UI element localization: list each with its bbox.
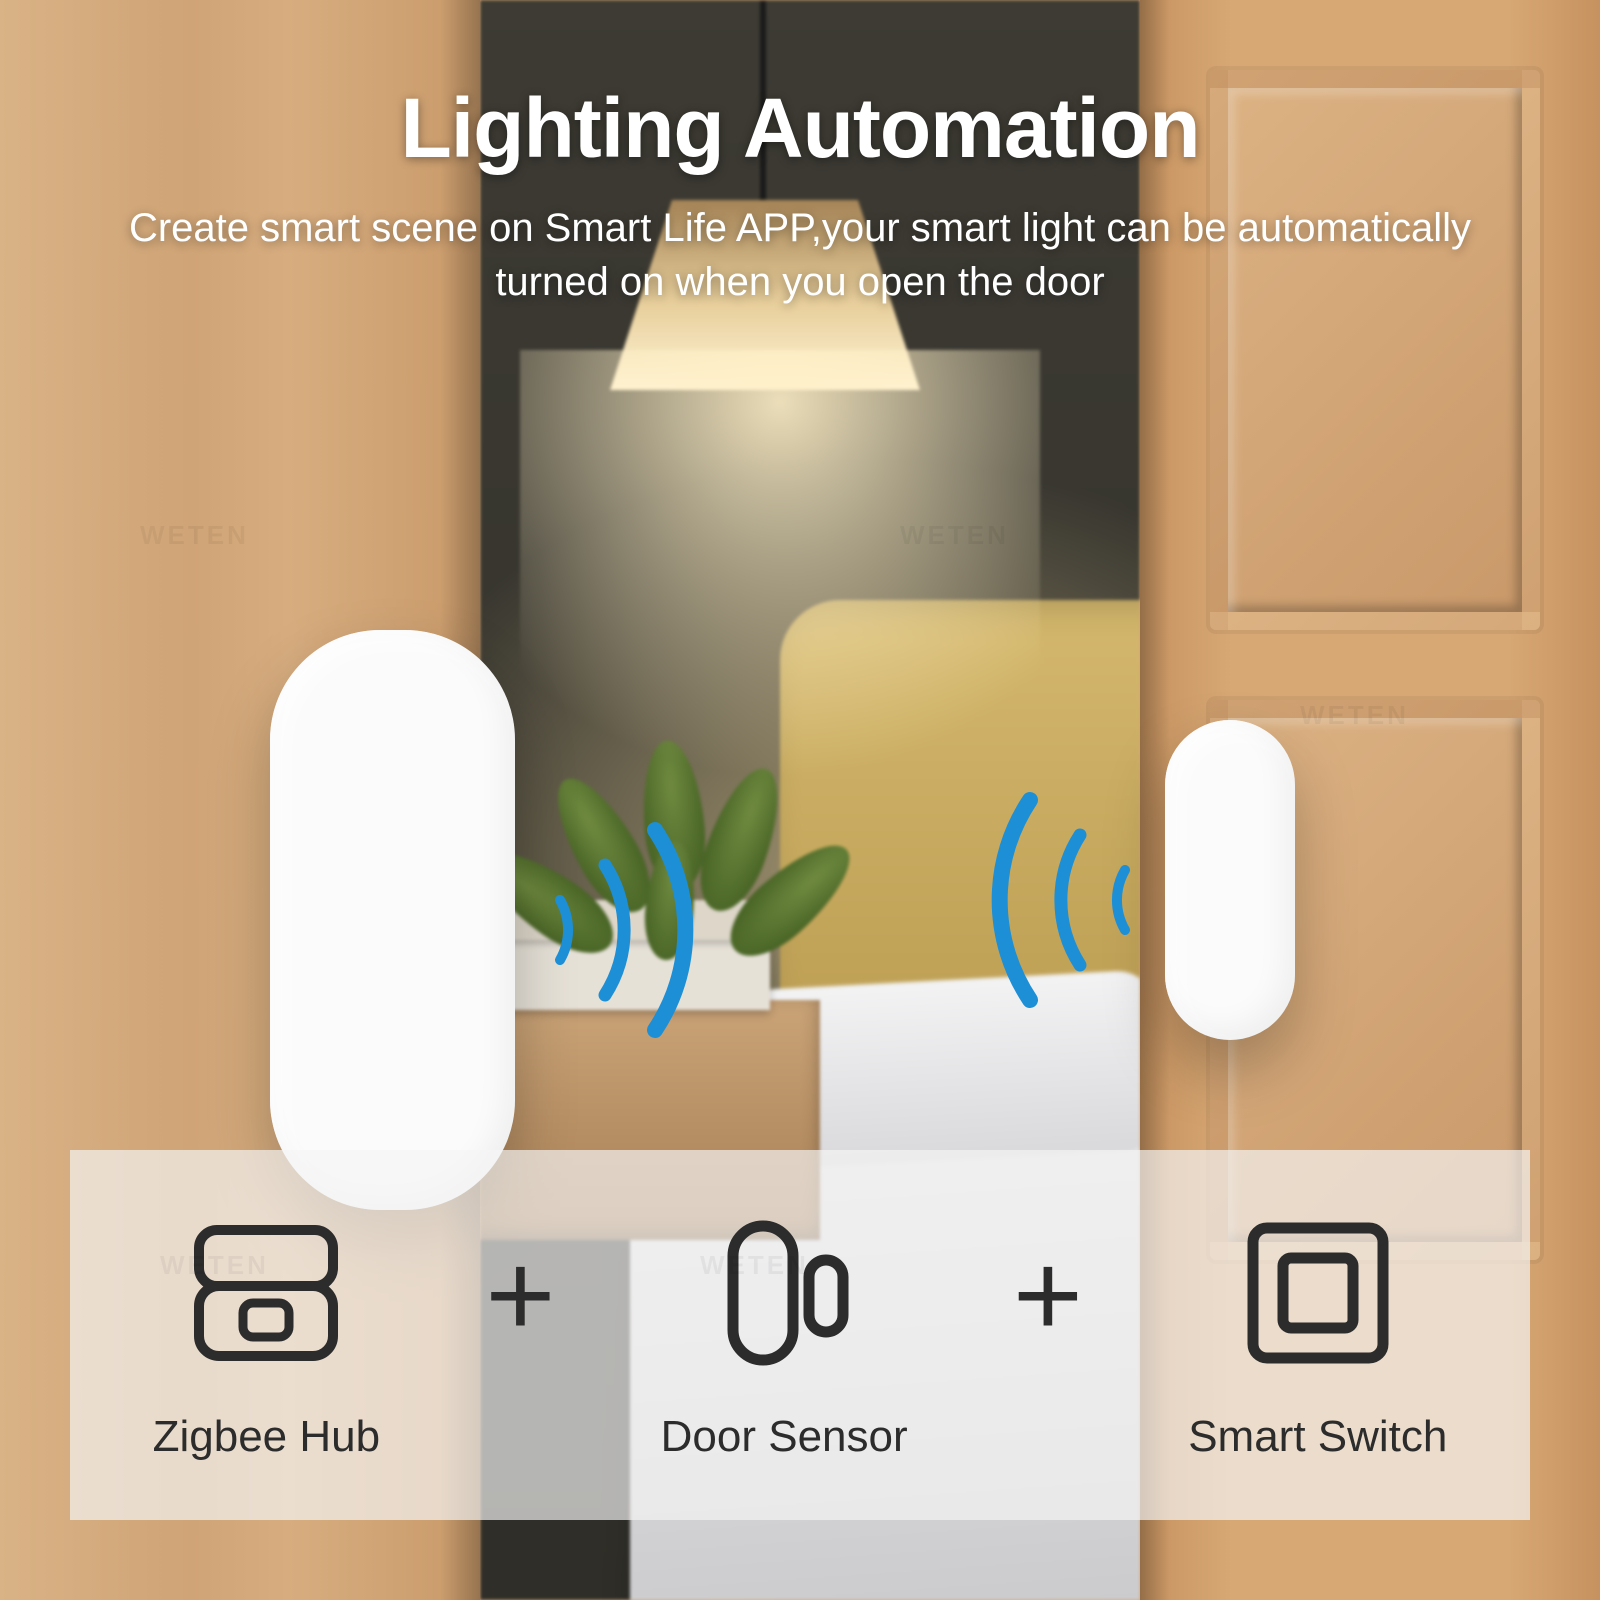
door-sensor-main-unit	[270, 630, 515, 1210]
hero-heading: Lighting Automation Create smart scene o…	[0, 80, 1600, 309]
plant-decor	[510, 700, 770, 960]
plus-separator-icon: +	[485, 1235, 555, 1355]
strip-item-zigbee-hub: Zigbee Hub	[153, 1208, 380, 1462]
product-marketing-scene: Lighting Automation Create smart scene o…	[0, 0, 1600, 1600]
smart-switch-icon	[1233, 1208, 1403, 1378]
strip-label: Smart Switch	[1188, 1412, 1447, 1462]
hero-title: Lighting Automation	[120, 80, 1480, 177]
plus-separator-icon: +	[1013, 1235, 1083, 1355]
door-sensor-magnet-unit	[1165, 720, 1295, 1040]
strip-item-smart-switch: Smart Switch	[1188, 1208, 1447, 1462]
door-sensor-icon	[699, 1208, 869, 1378]
strip-label: Zigbee Hub	[153, 1412, 380, 1462]
hero-subtitle: Create smart scene on Smart Life APP,you…	[120, 201, 1480, 309]
strip-item-door-sensor: Door Sensor	[661, 1208, 908, 1462]
zigbee-hub-icon	[181, 1208, 351, 1378]
strip-label: Door Sensor	[661, 1412, 908, 1462]
device-combo-strip: Zigbee Hub + Door Sensor + Smart Switch	[70, 1150, 1530, 1520]
